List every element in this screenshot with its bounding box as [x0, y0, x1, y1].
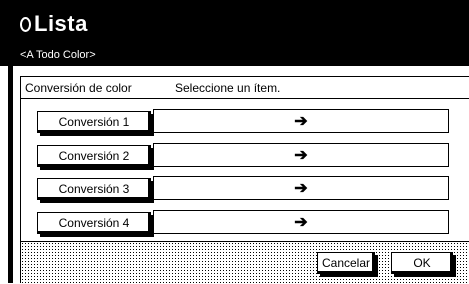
arrow-right-icon: ➔ [294, 147, 308, 164]
conversion-3-value[interactable]: ➔ [153, 176, 449, 200]
title-row: Lista [20, 6, 88, 42]
color-mode-subtitle: <A Todo Color> [20, 49, 96, 61]
ok-button[interactable]: OK [391, 252, 453, 274]
panel-instruction: Seleccione un ítem. [175, 81, 281, 95]
conversion-panel: Conversión de color Seleccione un ítem. … [20, 76, 469, 284]
cancel-button[interactable]: Cancelar [317, 252, 375, 274]
status-ring-icon [20, 16, 31, 32]
conversion-3-button[interactable]: Conversión 3 [37, 178, 151, 200]
panel-label: Conversión de color [25, 81, 132, 95]
conversion-4-button[interactable]: Conversión 4 [37, 212, 151, 234]
arrow-right-icon: ➔ [294, 113, 308, 130]
panel-header: Conversión de color Seleccione un ítem. [21, 77, 469, 99]
dialog-footer: Cancelar OK [21, 241, 469, 284]
conversion-4-value[interactable]: ➔ [153, 210, 449, 234]
page-title: Lista [34, 11, 88, 36]
conversion-1-button[interactable]: Conversión 1 [37, 111, 151, 133]
arrow-right-icon: ➔ [294, 214, 308, 231]
arrow-right-icon: ➔ [294, 180, 308, 197]
conversion-1-value[interactable]: ➔ [153, 109, 449, 133]
conversion-2-value[interactable]: ➔ [153, 143, 449, 167]
left-border [8, 0, 13, 283]
conversion-2-button[interactable]: Conversión 2 [37, 145, 151, 167]
